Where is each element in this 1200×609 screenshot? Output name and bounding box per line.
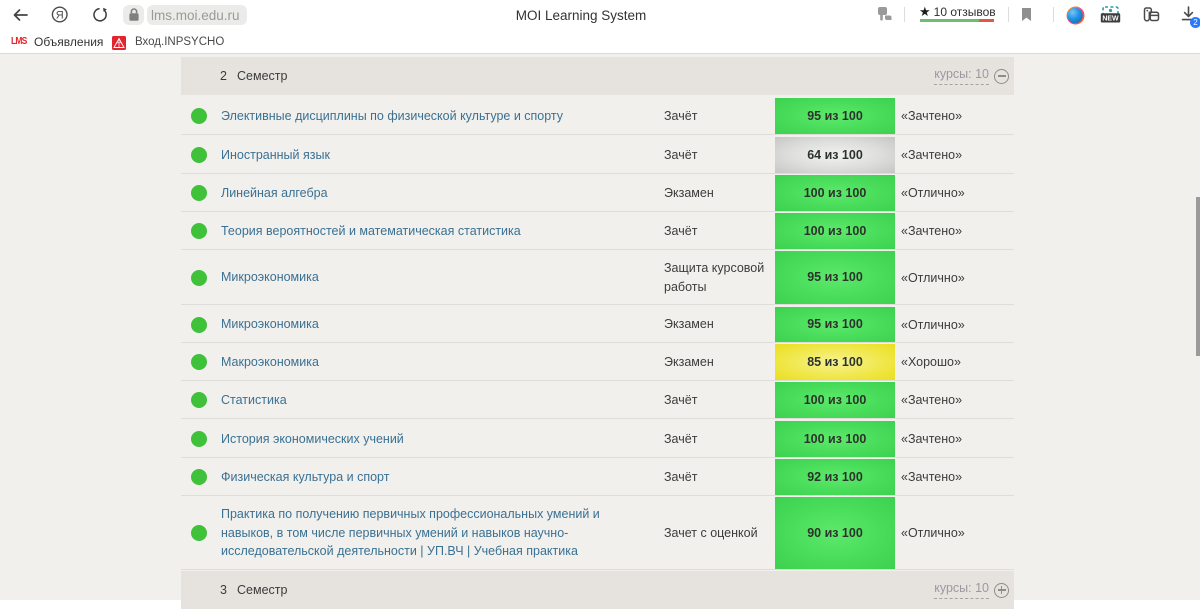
svg-text:Я: Я: [56, 10, 64, 22]
svg-text:NEW: NEW: [1102, 16, 1119, 23]
